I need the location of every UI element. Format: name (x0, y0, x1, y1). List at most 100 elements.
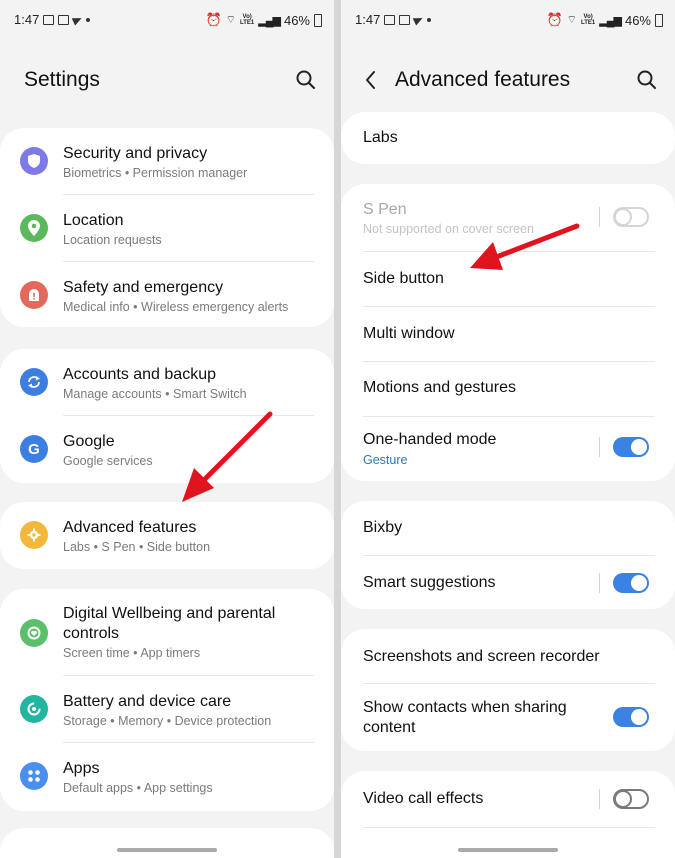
settings-item-title: Location (63, 212, 124, 229)
back-arrow-icon (366, 71, 375, 89)
screenshots-recorder-item[interactable]: Screenshots and screen recorder (341, 629, 675, 683)
settings-item-title: Google (63, 433, 115, 450)
one-handed-mode-toggle[interactable] (613, 437, 649, 457)
one-handed-mode-item[interactable]: One-handed mode Gesture (341, 417, 675, 481)
one-handed-mode-title: One-handed mode (363, 431, 497, 448)
settings-item-subtitle: Default apps • App settings (63, 781, 213, 795)
settings-item-title: Apps (63, 760, 100, 777)
shield-icon (20, 147, 48, 175)
settings-item-accounts-backup[interactable]: Accounts and backup Manage accounts • Sm… (0, 349, 334, 415)
battery-percent: 46% (624, 12, 651, 28)
settings-item-security-privacy[interactable]: Security and privacy Biometrics • Permis… (0, 128, 334, 194)
settings-item-subtitle: Medical info • Wireless emergency alerts (63, 300, 289, 314)
page-title: Advanced features (395, 68, 571, 91)
gallery-notification-icon (399, 14, 411, 25)
show-contacts-item[interactable]: Show contacts when sharing content (341, 684, 675, 751)
one-handed-mode-subtitle: Gesture (363, 453, 408, 467)
show-contacts-label: Show contacts when sharing content (363, 699, 567, 736)
wifi-icon: ⌔ (225, 14, 237, 26)
spen-subtitle: Not supported on cover screen (363, 222, 534, 236)
search-button[interactable] (294, 68, 318, 92)
settings-item-battery-device-care[interactable]: Battery and device care Storage • Memory… (0, 676, 334, 742)
gallery-notification-icon (43, 14, 55, 25)
side-button-label: Side button (363, 270, 444, 287)
settings-item-title: Digital Wellbeing and parental controls (63, 605, 276, 642)
settings-screen: 1:47 ⏰ ⌔ Vo) LTE1 ▂▄▆ 46% Settings Securi… (0, 0, 334, 858)
telegram-icon (72, 13, 84, 26)
search-icon (637, 70, 656, 89)
more-notifications-icon (86, 17, 91, 22)
back-button[interactable] (359, 68, 383, 92)
gallery-notification-icon (58, 14, 70, 25)
settings-item-subtitle: Google services (63, 454, 153, 468)
battery-percent: 46% (283, 12, 310, 28)
app-bar: Advanced features (341, 58, 675, 102)
search-icon (296, 70, 315, 89)
volte-indicator: Vo) LTE1 (581, 14, 596, 26)
settings-card-wellbeing: Digital Wellbeing and parental controls … (0, 589, 334, 811)
settings-item-subtitle: Manage accounts • Smart Switch (63, 387, 247, 401)
search-button[interactable] (635, 68, 659, 92)
status-time: 1:47 (355, 12, 381, 27)
advanced-features-screen: 1:47 ⏰ ⌔ Vo) LTE1 ▂▄▆ 46% Advanced featur… (341, 0, 675, 858)
settings-card-advanced: Advanced features Labs • S Pen • Side bu… (0, 502, 334, 569)
settings-item-digital-wellbeing[interactable]: Digital Wellbeing and parental controls … (0, 589, 334, 675)
status-time: 1:47 (14, 12, 40, 27)
motions-gestures-item[interactable]: Motions and gestures (341, 362, 675, 416)
settings-item-subtitle: Location requests (63, 233, 162, 247)
smart-suggestions-toggle[interactable] (613, 573, 649, 593)
status-bar: 1:47 ⏰ ⌔ Vo) LTE1 ▂▄▆ 46% (0, 0, 334, 40)
show-contacts-toggle[interactable] (613, 707, 649, 727)
multi-window-label: Multi window (363, 325, 455, 342)
gallery-notification-icon (384, 14, 396, 25)
bixby-card: Bixby Smart suggestions (341, 501, 675, 609)
battery-icon (314, 13, 322, 27)
bixby-label: Bixby (363, 519, 403, 536)
settings-card-security: Security and privacy Biometrics • Permis… (0, 128, 334, 327)
smart-suggestions-item[interactable]: Smart suggestions (341, 556, 675, 610)
spen-toggle (613, 207, 649, 227)
labs-item[interactable]: Labs (341, 112, 675, 164)
google-icon: G (20, 435, 48, 463)
settings-card-accounts: Accounts and backup Manage accounts • Sm… (0, 349, 334, 483)
screenshots-card: Screenshots and screen recorder Show con… (341, 629, 675, 751)
settings-item-subtitle: Storage • Memory • Device protection (63, 714, 272, 728)
telegram-icon (413, 13, 425, 26)
settings-item-title: Safety and emergency (63, 279, 224, 296)
gesture-nav-handle[interactable] (458, 848, 558, 852)
settings-item-subtitle: Screen time • App timers (63, 646, 201, 660)
motions-gestures-label: Motions and gestures (363, 379, 516, 396)
video-call-effects-toggle[interactable] (613, 789, 649, 809)
settings-item-title: Accounts and backup (63, 366, 216, 383)
location-pin-icon (20, 214, 48, 242)
settings-item-location[interactable]: Location Location requests (0, 195, 334, 261)
settings-item-subtitle: Biometrics • Permission manager (63, 166, 248, 180)
gesture-nav-handle[interactable] (117, 848, 217, 852)
settings-item-apps[interactable]: Apps Default apps • App settings (0, 743, 334, 809)
wellbeing-icon (20, 619, 48, 647)
settings-item-subtitle: Labs • S Pen • Side button (63, 540, 211, 554)
settings-card-partial (0, 828, 334, 858)
emergency-icon (20, 281, 48, 309)
apps-grid-icon (20, 762, 48, 790)
settings-item-safety-emergency[interactable]: Safety and emergency Medical info • Wire… (0, 262, 334, 328)
sync-icon (20, 368, 48, 396)
app-bar: Settings (0, 58, 334, 102)
settings-item-advanced-features[interactable]: Advanced features Labs • S Pen • Side bu… (0, 502, 334, 569)
bixby-item[interactable]: Bixby (341, 501, 675, 555)
spen-title: S Pen (363, 201, 407, 218)
more-notifications-icon (427, 17, 432, 22)
device-care-icon (20, 695, 48, 723)
alarm-icon: ⏰ (205, 12, 222, 27)
labs-card: Labs (341, 112, 675, 164)
settings-item-google[interactable]: G Google Google services (0, 416, 334, 482)
multi-window-item[interactable]: Multi window (341, 307, 675, 361)
side-button-item[interactable]: Side button (341, 252, 675, 306)
battery-icon (655, 13, 663, 27)
smart-suggestions-label: Smart suggestions (363, 574, 496, 591)
features-card: S Pen Not supported on cover screen Side… (341, 184, 675, 481)
video-call-effects-item[interactable]: Video call effects (341, 771, 675, 827)
labs-label: Labs (363, 129, 398, 146)
wifi-icon: ⌔ (566, 14, 578, 26)
signal-icon: ▂▄▆ (599, 14, 622, 27)
